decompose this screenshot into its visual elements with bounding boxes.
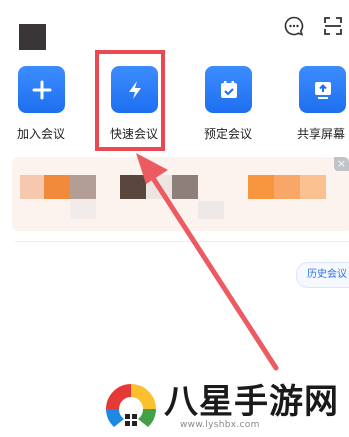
brand-logo-icon (106, 384, 156, 427)
watermark-url: www.lyshbx.com (180, 420, 260, 430)
arrow-annotation (136, 153, 279, 371)
watermark-brand: 八星手游网 (164, 382, 339, 422)
